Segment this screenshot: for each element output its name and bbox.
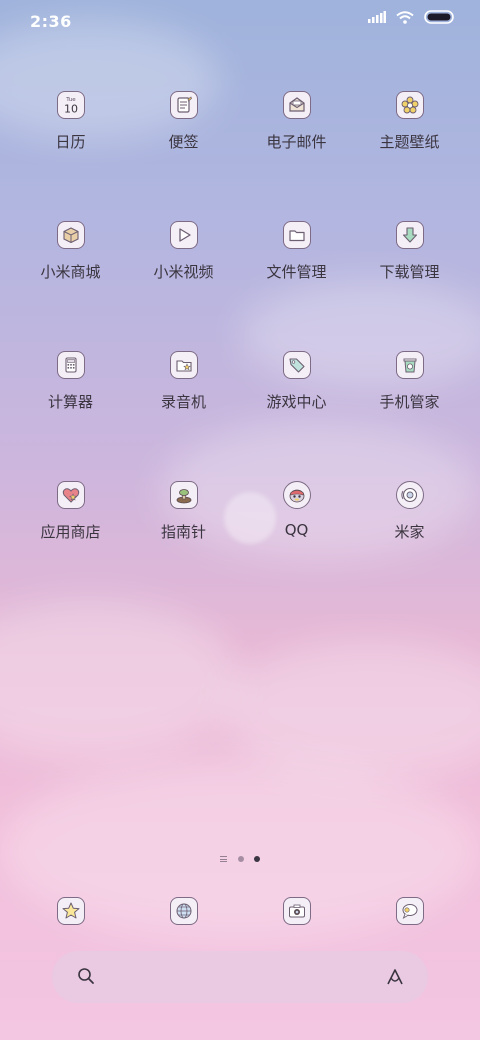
calculator-icon bbox=[56, 351, 85, 379]
app-app-store[interactable]: 应用商店 bbox=[14, 476, 127, 566]
app-label: 电子邮件 bbox=[266, 133, 327, 151]
app-mi-store[interactable]: 小米商城 bbox=[14, 216, 127, 306]
star-icon bbox=[56, 897, 85, 925]
app-label: 下载管理 bbox=[379, 263, 440, 281]
app-label: QQ bbox=[284, 521, 309, 539]
recorder-icon bbox=[169, 351, 198, 379]
app-label: 游戏中心 bbox=[266, 393, 327, 411]
app-mijia[interactable]: 米家 bbox=[353, 476, 466, 566]
app-drawer-indicator[interactable] bbox=[220, 856, 228, 862]
theme-flower-icon bbox=[395, 91, 424, 119]
app-label: 小米视频 bbox=[153, 263, 214, 281]
security-bin-icon bbox=[395, 351, 424, 379]
app-calendar[interactable]: Tue 10 日历 bbox=[14, 86, 127, 176]
app-compass[interactable]: 指南针 bbox=[127, 476, 240, 566]
app-label: 计算器 bbox=[47, 393, 93, 411]
tag-icon bbox=[282, 351, 311, 379]
video-play-icon bbox=[169, 221, 198, 249]
svg-text:10: 10 bbox=[64, 103, 78, 116]
dock-app-1[interactable] bbox=[14, 892, 127, 932]
assistant-icon[interactable] bbox=[384, 966, 406, 988]
mijia-icon bbox=[395, 481, 424, 509]
app-label: 小米商城 bbox=[40, 263, 101, 281]
app-label: 手机管家 bbox=[379, 393, 440, 411]
browser-globe-icon bbox=[169, 897, 198, 925]
page-indicator[interactable] bbox=[0, 856, 480, 862]
page-dot-1[interactable] bbox=[238, 856, 244, 862]
search-bar[interactable] bbox=[52, 951, 428, 1003]
app-themes[interactable]: 主题壁纸 bbox=[353, 86, 466, 176]
app-store-heart-icon bbox=[56, 481, 85, 509]
download-arrow-icon bbox=[395, 221, 424, 249]
page-dot-2[interactable] bbox=[254, 856, 260, 862]
app-notes[interactable]: 便签 bbox=[127, 86, 240, 176]
messages-bubble-icon bbox=[395, 897, 424, 925]
app-downloads[interactable]: 下载管理 bbox=[353, 216, 466, 306]
signal-icon bbox=[368, 11, 386, 23]
dock-app-camera[interactable] bbox=[240, 892, 353, 932]
wifi-icon bbox=[396, 10, 414, 24]
compass-mushroom-icon bbox=[169, 481, 198, 509]
folder-icon bbox=[282, 221, 311, 249]
app-label: 主题壁纸 bbox=[379, 133, 440, 151]
notes-icon bbox=[169, 91, 198, 119]
calendar-icon: Tue 10 bbox=[56, 91, 85, 119]
app-label: 文件管理 bbox=[266, 263, 327, 281]
app-recorder[interactable]: 录音机 bbox=[127, 346, 240, 436]
app-file-manager[interactable]: 文件管理 bbox=[240, 216, 353, 306]
store-box-icon bbox=[56, 221, 85, 249]
dock-app-messages[interactable] bbox=[353, 892, 466, 932]
app-email[interactable]: 电子邮件 bbox=[240, 86, 353, 176]
app-game-center[interactable]: 游戏中心 bbox=[240, 346, 353, 436]
app-label: 米家 bbox=[394, 523, 425, 541]
battery-icon bbox=[424, 10, 454, 24]
dock bbox=[14, 892, 466, 932]
search-icon bbox=[78, 968, 94, 984]
dock-app-browser[interactable] bbox=[127, 892, 240, 932]
status-time: 2:36 bbox=[30, 12, 72, 31]
app-label: 录音机 bbox=[160, 393, 206, 411]
email-icon bbox=[282, 91, 311, 119]
app-label: 日历 bbox=[55, 133, 86, 151]
app-calculator[interactable]: 计算器 bbox=[14, 346, 127, 436]
app-mi-video[interactable]: 小米视频 bbox=[127, 216, 240, 306]
camera-icon bbox=[282, 897, 311, 925]
qq-penguin-icon bbox=[282, 481, 311, 509]
app-security[interactable]: 手机管家 bbox=[353, 346, 466, 436]
app-label: 指南针 bbox=[160, 523, 206, 541]
app-label: 便签 bbox=[168, 133, 199, 151]
app-label: 应用商店 bbox=[40, 523, 101, 541]
app-qq[interactable]: QQ bbox=[240, 476, 353, 566]
status-bar: 2:36 bbox=[0, 0, 480, 44]
